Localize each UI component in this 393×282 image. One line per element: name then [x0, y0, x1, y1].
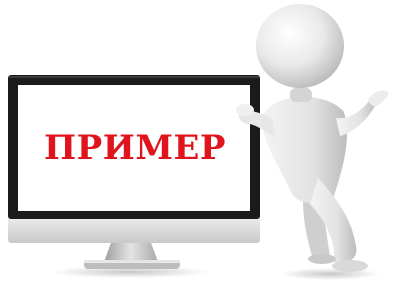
figure-head: [256, 4, 344, 88]
figure-torso: [262, 96, 347, 204]
figure-front-foot: [332, 260, 368, 272]
figure-open-hand: [368, 90, 389, 107]
screen-word: ПРИМЕР: [44, 128, 226, 168]
figure-neck: [290, 88, 312, 102]
figure-back-foot: [308, 254, 336, 264]
figure-shadow: [280, 268, 380, 280]
illustration-canvas: ПРИМЕР: [0, 0, 393, 282]
monitor-stand: [84, 240, 180, 269]
